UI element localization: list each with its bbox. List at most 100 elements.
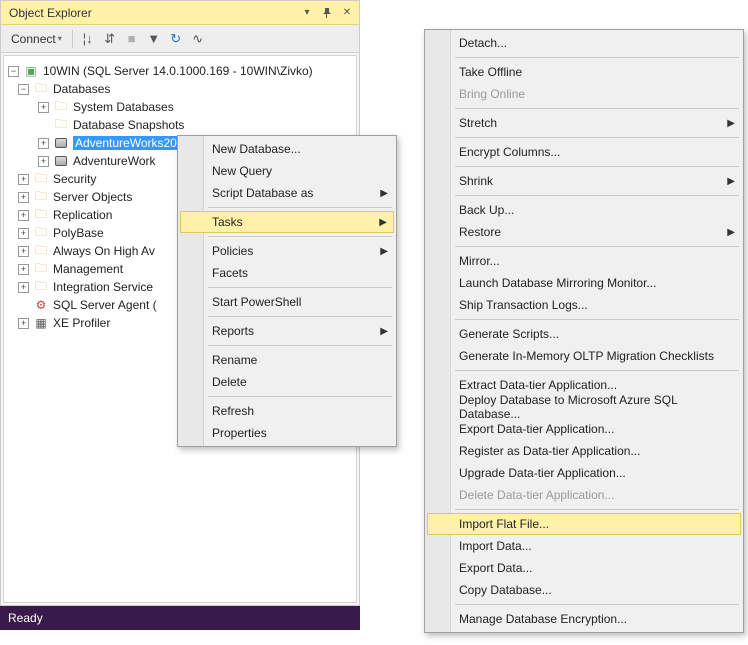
menu-take-offline[interactable]: Take Offline <box>427 61 741 83</box>
tree-server-node[interactable]: − ▣ 10WIN (SQL Server 14.0.1000.169 - 10… <box>4 62 356 80</box>
chevron-down-icon: ▾ <box>58 34 62 43</box>
menu-deploy-to-azure[interactable]: Deploy Database to Microsoft Azure SQL D… <box>427 396 741 418</box>
close-icon[interactable]: ✕ <box>339 6 355 20</box>
tree-label-selected: AdventureWorks2014 <box>73 136 192 150</box>
menu-back-up[interactable]: Back Up... <box>427 199 741 221</box>
menu-copy-database[interactable]: Copy Database... <box>427 579 741 601</box>
status-text: Ready <box>8 611 43 625</box>
collapse-icon[interactable]: − <box>8 66 19 77</box>
expand-icon[interactable]: + <box>18 174 29 185</box>
menu-separator <box>208 316 392 317</box>
filter-icon[interactable]: ▼ <box>145 30 163 48</box>
menu-new-query[interactable]: New Query <box>180 160 394 182</box>
tree-label: PolyBase <box>53 226 104 240</box>
stop-icon: ■ <box>123 30 141 48</box>
menu-new-database[interactable]: New Database... <box>180 138 394 160</box>
tree-label: Replication <box>53 208 112 222</box>
submenu-arrow-icon: ▶ <box>380 246 388 257</box>
menu-separator <box>455 509 739 510</box>
tree-label: Databases <box>53 82 110 96</box>
expand-icon[interactable]: + <box>18 210 29 221</box>
disconnect-all-icon[interactable]: ⇵ <box>101 30 119 48</box>
menu-launch-mirroring-monitor[interactable]: Launch Database Mirroring Monitor... <box>427 272 741 294</box>
menu-separator <box>455 195 739 196</box>
menu-script-database-as[interactable]: Script Database as▶ <box>180 182 394 204</box>
database-context-menu: New Database... New Query Script Databas… <box>177 135 397 447</box>
menu-policies[interactable]: Policies▶ <box>180 240 394 262</box>
menu-export-datatier[interactable]: Export Data-tier Application... <box>427 418 741 440</box>
server-icon: ▣ <box>23 64 39 78</box>
tree-snapshots-node[interactable]: + 🗀 Database Snapshots <box>4 116 356 134</box>
agent-icon: ⚙ <box>33 298 49 312</box>
tree-label: XE Profiler <box>53 316 110 330</box>
disconnect-icon[interactable]: ¦↓ <box>79 30 97 48</box>
tree-label: Database Snapshots <box>73 118 184 132</box>
menu-separator <box>208 345 392 346</box>
menu-generate-inmemory-checklists[interactable]: Generate In-Memory OLTP Migration Checkl… <box>427 345 741 367</box>
connect-button[interactable]: Connect ▾ <box>7 30 66 48</box>
tree-label: SQL Server Agent ( <box>53 298 157 312</box>
menu-restore[interactable]: Restore▶ <box>427 221 741 243</box>
menu-upgrade-datatier[interactable]: Upgrade Data-tier Application... <box>427 462 741 484</box>
tree-label: Security <box>53 172 96 186</box>
menu-rename[interactable]: Rename <box>180 349 394 371</box>
menu-tasks[interactable]: Tasks▶ <box>180 211 394 233</box>
menu-generate-scripts[interactable]: Generate Scripts... <box>427 323 741 345</box>
menu-separator <box>455 246 739 247</box>
expand-icon[interactable]: + <box>38 156 49 167</box>
menu-reports[interactable]: Reports▶ <box>180 320 394 342</box>
menu-facets[interactable]: Facets <box>180 262 394 284</box>
menu-mirror[interactable]: Mirror... <box>427 250 741 272</box>
menu-refresh[interactable]: Refresh <box>180 400 394 422</box>
menu-shrink[interactable]: Shrink▶ <box>427 170 741 192</box>
tree-label: Always On High Av <box>53 244 155 258</box>
menu-detach[interactable]: Detach... <box>427 32 741 54</box>
refresh-icon[interactable]: ↻ <box>167 30 185 48</box>
menu-delete-datatier: Delete Data-tier Application... <box>427 484 741 506</box>
connect-label: Connect <box>11 32 56 46</box>
menu-separator <box>455 370 739 371</box>
menu-register-datatier[interactable]: Register as Data-tier Application... <box>427 440 741 462</box>
menu-properties[interactable]: Properties <box>180 422 394 444</box>
collapse-icon[interactable]: − <box>18 84 29 95</box>
menu-encrypt-columns[interactable]: Encrypt Columns... <box>427 141 741 163</box>
menu-separator <box>455 108 739 109</box>
menu-import-data[interactable]: Import Data... <box>427 535 741 557</box>
menu-export-data[interactable]: Export Data... <box>427 557 741 579</box>
expand-icon[interactable]: + <box>18 192 29 203</box>
pin-icon[interactable] <box>319 6 335 20</box>
menu-ship-transaction-logs[interactable]: Ship Transaction Logs... <box>427 294 741 316</box>
folder-icon: 🗀 <box>33 262 49 276</box>
panel-title: Object Explorer <box>5 6 299 20</box>
menu-bring-online: Bring Online <box>427 83 741 105</box>
panel-titlebar: Object Explorer ▾ ✕ <box>1 1 359 25</box>
menu-separator <box>208 236 392 237</box>
menu-separator <box>208 396 392 397</box>
expand-icon[interactable]: + <box>38 138 49 149</box>
tree-label: 10WIN (SQL Server 14.0.1000.169 - 10WIN\… <box>43 64 313 78</box>
status-bar: Ready <box>0 606 360 630</box>
tree-label: AdventureWork <box>73 154 155 168</box>
expand-icon[interactable]: + <box>18 264 29 275</box>
tree-databases-node[interactable]: − 🗀 Databases <box>4 80 356 98</box>
expand-icon[interactable]: + <box>18 246 29 257</box>
submenu-arrow-icon: ▶ <box>727 227 735 238</box>
submenu-arrow-icon: ▶ <box>380 326 388 337</box>
menu-manage-encryption[interactable]: Manage Database Encryption... <box>427 608 741 630</box>
submenu-arrow-icon: ▶ <box>727 176 735 187</box>
activity-icon[interactable]: ∿ <box>189 30 207 48</box>
submenu-arrow-icon: ▶ <box>727 118 735 129</box>
window-menu-icon[interactable]: ▾ <box>299 6 315 20</box>
menu-start-powershell[interactable]: Start PowerShell <box>180 291 394 313</box>
menu-delete[interactable]: Delete <box>180 371 394 393</box>
expand-icon[interactable]: + <box>18 282 29 293</box>
menu-stretch[interactable]: Stretch▶ <box>427 112 741 134</box>
expand-icon[interactable]: + <box>18 228 29 239</box>
folder-icon: 🗀 <box>53 118 69 132</box>
menu-import-flat-file[interactable]: Import Flat File... <box>427 513 741 535</box>
tree-systemdb-node[interactable]: + 🗀 System Databases <box>4 98 356 116</box>
tree-label: System Databases <box>73 100 174 114</box>
menu-separator <box>455 604 739 605</box>
expand-icon[interactable]: + <box>18 318 29 329</box>
expand-icon[interactable]: + <box>38 102 49 113</box>
